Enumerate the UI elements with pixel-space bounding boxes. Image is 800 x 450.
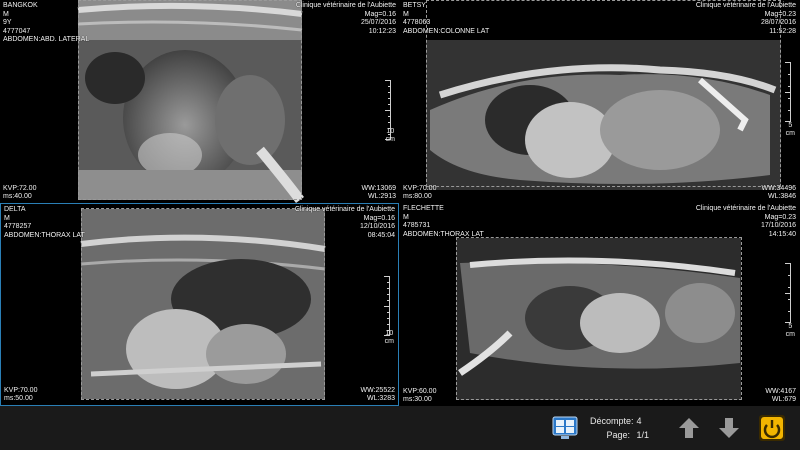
- bottom-toolbar: Décompte: 4 Page: 1/1: [0, 406, 800, 450]
- window-info: WW:13069 WL:2913: [362, 185, 397, 202]
- exposure-info: KVP:72.00 ms:40.00: [3, 185, 36, 202]
- ruler-scale: [380, 276, 390, 336]
- study-time: 11:52:28: [769, 27, 796, 35]
- patient-age: 9Y: [3, 19, 12, 27]
- clinic-name: Clinique vétérinaire de l'Aubiette: [695, 2, 796, 9]
- ruler-label: 10 cm: [385, 128, 395, 143]
- layout-button[interactable]: [550, 413, 580, 443]
- ruler-scale: [781, 62, 791, 122]
- previous-page-button[interactable]: [674, 413, 704, 443]
- patient-info: DELTA M 4778257 ABDOMEN:THORAX LAT: [4, 206, 85, 240]
- window-level: WL:679: [771, 396, 796, 404]
- patient-sex: M: [403, 213, 409, 221]
- patient-name: FLECHETTE: [403, 205, 444, 212]
- next-page-button[interactable]: [714, 413, 744, 443]
- exposure-info: KVP:70.00 ms:80.00: [403, 185, 436, 202]
- magnification: Mag=0.23: [764, 10, 796, 18]
- power-button[interactable]: [757, 413, 787, 443]
- patient-info: BETSY M 4778063 ABDOMEN:COLONNE LAT: [403, 2, 489, 36]
- exposure-info: KVP:60.00 ms:30.00: [403, 388, 436, 405]
- magnification: Mag=0.16: [363, 214, 395, 222]
- study-description: ABDOMEN:THORAX LAT: [4, 231, 85, 239]
- magnification: Mag=0.23: [764, 213, 796, 221]
- image-viewer-grid: BANGKOK M 9Y 4777047 ABDOMEN:ABD. LATERA…: [0, 0, 800, 406]
- arrow-up-icon: [679, 418, 699, 438]
- page-label: Page:: [606, 430, 630, 440]
- clinic-name: Clinique vétérinaire de l'Aubiette: [294, 206, 395, 213]
- count-label: Décompte:: [590, 416, 634, 426]
- study-description: ABDOMEN:THORAX LAT: [403, 230, 484, 238]
- study-info: Clinique vétérinaire de l'Aubiette Mag=0…: [295, 206, 395, 240]
- window-level: WL:2913: [367, 193, 396, 201]
- ruler-label: 5 cm: [785, 122, 795, 137]
- study-time: 10:12:23: [368, 27, 396, 35]
- patient-sex: M: [403, 10, 409, 18]
- ms: ms:40.00: [3, 193, 32, 201]
- exposure-info: KVP:70.00 ms:50.00: [4, 387, 37, 404]
- window-info: WW:4167 WL:679: [765, 388, 796, 405]
- patient-name: BANGKOK: [3, 2, 38, 9]
- patient-id: 4785731: [403, 222, 431, 230]
- window-info: WW:25522 WL:3283: [361, 387, 396, 404]
- study-info: Clinique vétérinaire de l'Aubiette Mag=0…: [696, 2, 796, 36]
- ruler-label: 5 cm: [785, 323, 795, 338]
- study-date: 28/07/2016: [760, 19, 796, 27]
- window-info: WW:34496 WL:3846: [762, 185, 797, 202]
- ms: ms:50.00: [4, 395, 33, 403]
- patient-info: FLECHETTE M 4785731 ABDOMEN:THORAX LAT: [403, 205, 484, 239]
- magnification: Mag=0.16: [364, 10, 396, 18]
- viewport-bangkok[interactable]: BANGKOK M 9Y 4777047 ABDOMEN:ABD. LATERA…: [0, 0, 399, 203]
- study-date: 17/10/2016: [760, 222, 796, 230]
- clinic-name: Clinique vétérinaire de l'Aubiette: [695, 205, 796, 212]
- window-level: WL:3283: [366, 395, 395, 403]
- study-date: 12/10/2016: [359, 223, 395, 231]
- patient-sex: M: [3, 10, 9, 18]
- study-date: 25/07/2016: [360, 19, 396, 27]
- grid-layout-icon: [552, 416, 578, 439]
- ms: ms:30.00: [403, 396, 432, 404]
- study-info: Clinique vétérinaire de l'Aubiette Mag=0…: [696, 205, 796, 239]
- window-level: WL:3846: [767, 193, 796, 201]
- clinic-name: Clinique vétérinaire de l'Aubiette: [295, 2, 396, 9]
- viewport-betsy[interactable]: BETSY M 4778063 ABDOMEN:COLONNE LAT Clin…: [400, 0, 799, 203]
- image-counter: Décompte: 4 Page: 1/1: [590, 414, 649, 442]
- patient-name: BETSY: [403, 2, 426, 9]
- study-description: ABDOMEN:COLONNE LAT: [403, 27, 490, 35]
- ms: ms:80.00: [403, 193, 432, 201]
- patient-info: BANGKOK M 9Y 4777047 ABDOMEN:ABD. LATERA…: [3, 2, 89, 45]
- study-info: Clinique vétérinaire de l'Aubiette Mag=0…: [296, 2, 396, 36]
- page-value: 1/1: [636, 430, 650, 440]
- count-value: 4: [636, 416, 642, 426]
- study-time: 14:15:40: [768, 230, 796, 238]
- viewport-delta[interactable]: DELTA M 4778257 ABDOMEN:THORAX LAT Clini…: [0, 203, 399, 406]
- patient-name: DELTA: [4, 206, 26, 213]
- arrow-down-icon: [719, 418, 739, 438]
- study-description: ABDOMEN:ABD. LATERAL: [3, 36, 90, 44]
- patient-id: 4778063: [403, 19, 431, 27]
- ruler-label: 10 cm: [384, 330, 394, 345]
- power-icon: [759, 415, 785, 441]
- study-time: 08:45:04: [367, 231, 395, 239]
- viewport-flechette[interactable]: FLECHETTE M 4785731 ABDOMEN:THORAX LAT C…: [400, 203, 799, 406]
- patient-id: 4778257: [4, 223, 32, 231]
- ruler-scale: [781, 263, 791, 323]
- patient-sex: M: [4, 214, 10, 222]
